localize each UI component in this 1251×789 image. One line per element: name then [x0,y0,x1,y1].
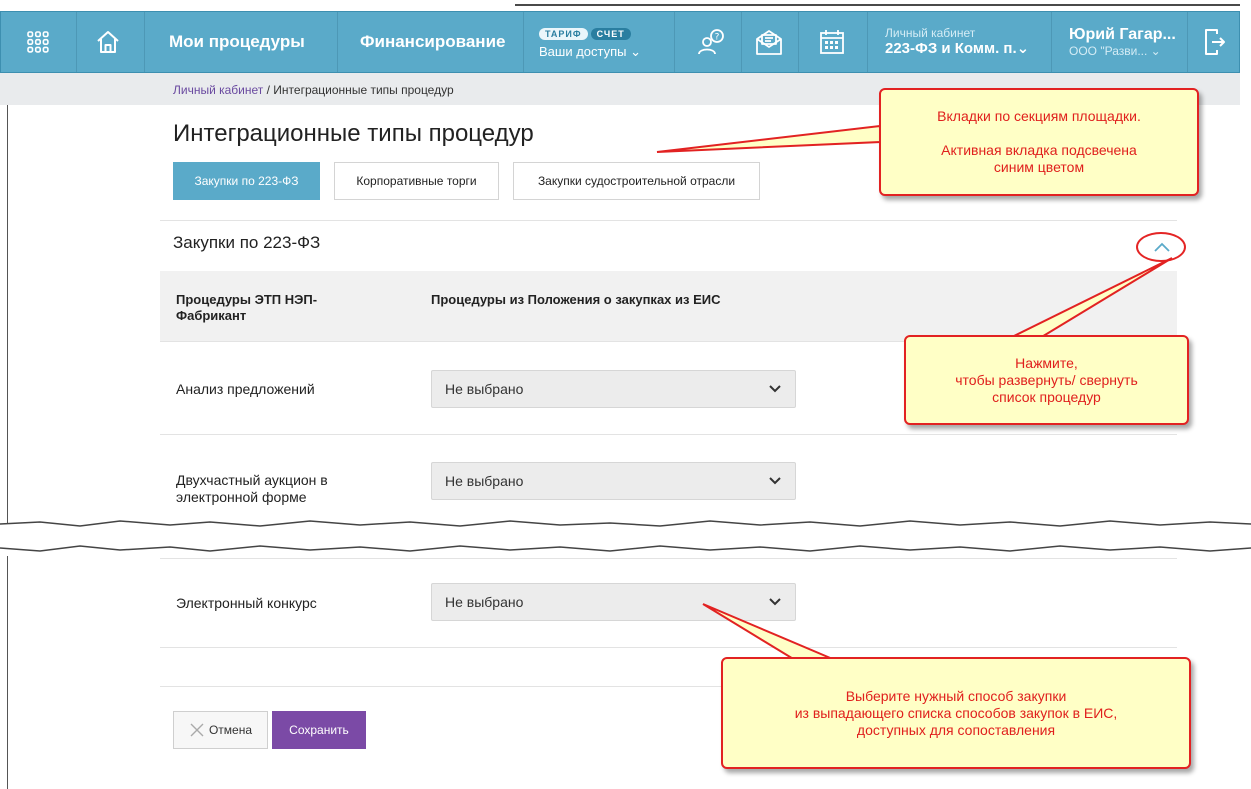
callout-tabs: Вкладки по секциям площадки. Активная вк… [879,88,1199,196]
eis-procedure-select[interactable]: Не выбрано [431,370,796,408]
callout-select: Выберите нужный способ закупки из выпада… [721,657,1191,769]
home-icon[interactable] [95,12,121,72]
row-label: Электронный конкурс [176,595,317,611]
nav-separator [867,12,868,72]
apps-grid-icon[interactable] [27,12,49,72]
save-button[interactable]: Сохранить [272,711,366,749]
nav-separator [76,12,77,72]
cabinet-name: 223-ФЗ и Комм. п.⌄ [885,40,1030,57]
close-icon [190,723,204,737]
row-divider [160,558,1177,559]
page-left-border [7,73,8,523]
section-title: Закупки по 223-ФЗ [173,233,321,252]
invoice-badge: СЧЕТ [590,28,631,40]
row-label: Двухчастный аукцион в электронной форме [176,472,328,505]
chevron-down-icon [769,477,781,485]
breadcrumb-separator: / [263,83,274,97]
callout-text: синим цветом [993,159,1085,175]
calendar-icon[interactable] [818,12,846,72]
eis-procedure-select[interactable]: Не выбрано [431,462,796,500]
callout-text: из выпадающего списка способов закупок в… [794,704,1118,721]
top-navbar: Мои процедуры Финансирование ТАРИФ СЧЕТ В… [0,11,1240,73]
collapse-toggle-button[interactable] [1136,232,1186,262]
callout-text: чтобы развернуть/ свернуть [955,371,1138,388]
nav-separator [1187,12,1188,72]
nav-separator [523,12,524,72]
chevron-down-icon [769,385,781,393]
cancel-label: Отмена [208,723,253,737]
tab-corporate-trades[interactable]: Корпоративные торги [334,162,499,200]
select-value: Не выбрано [445,381,524,397]
callout-text: Вкладки по секциям площадки. [937,108,1141,124]
access-label: Ваши доступы ⌄ [539,44,642,59]
chevron-down-icon [769,598,781,606]
torn-edge [0,520,1251,552]
callout-text: список процедур [992,388,1101,405]
user-name: Юрий Гагар... [1069,25,1176,43]
tariff-badge: ТАРИФ [539,28,588,40]
callout-collapse: Нажмите, чтобы развернуть/ свернуть спис… [904,335,1189,425]
callout-text: доступных для сопоставления [856,721,1056,738]
svg-text:?: ? [715,33,720,43]
user-org: ООО "Разви... ⌄ [1069,43,1161,58]
cancel-button[interactable]: Отмена [173,711,268,749]
nav-separator [798,12,799,72]
breadcrumb: Личный кабинет / Интеграционные типы про… [173,83,454,97]
nav-separator [741,12,742,72]
select-value: Не выбрано [445,473,524,489]
eis-procedure-select[interactable]: Не выбрано [431,583,796,621]
row-divider [160,647,1177,648]
page-left-border [7,556,8,789]
user-menu[interactable]: Юрий Гагар... ООО "Разви... ⌄ [1069,12,1176,72]
callout-text: Активная вкладка подсвечена [941,142,1137,158]
select-value: Не выбрано [445,594,524,610]
tab-223-fz[interactable]: Закупки по 223-ФЗ [173,162,320,200]
breadcrumb-link-cabinet[interactable]: Личный кабинет [173,83,263,97]
menu-my-procedures[interactable]: Мои процедуры [169,12,305,72]
messages-icon[interactable] [754,12,784,72]
callout-pointer-tabs [656,124,881,153]
cabinet-switcher[interactable]: Личный кабинет 223-ФЗ и Комм. п.⌄ [885,12,1029,72]
access-menu[interactable]: ТАРИФ СЧЕТ Ваши доступы ⌄ [539,12,641,72]
window-top-line [515,4,1240,6]
nav-separator [674,12,675,72]
row-divider [160,434,1177,435]
callout-text: Выберите нужный способ закупки [845,687,1067,704]
support-icon[interactable]: ? [697,12,725,72]
cabinet-caption: Личный кабинет [885,26,976,40]
divider [160,220,1177,221]
row-label: Анализ предложений [176,381,315,397]
column-header-eis: Процедуры из Положения о закупках из ЕИС [431,292,721,307]
nav-separator [337,12,338,72]
logout-icon[interactable] [1204,12,1226,72]
breadcrumb-current: Интеграционные типы процедур [273,83,454,97]
page-title: Интеграционные типы процедур [173,120,534,147]
menu-financing[interactable]: Финансирование [360,12,505,72]
nav-separator [1051,12,1052,72]
column-header-etp: Процедуры ЭТП НЭП-Фабрикант [176,292,318,323]
callout-text: Нажмите, [1015,354,1078,371]
chevron-up-icon [1154,242,1170,252]
tab-shipbuilding[interactable]: Закупки судостроительной отрасли [513,162,760,200]
nav-separator [144,12,145,72]
